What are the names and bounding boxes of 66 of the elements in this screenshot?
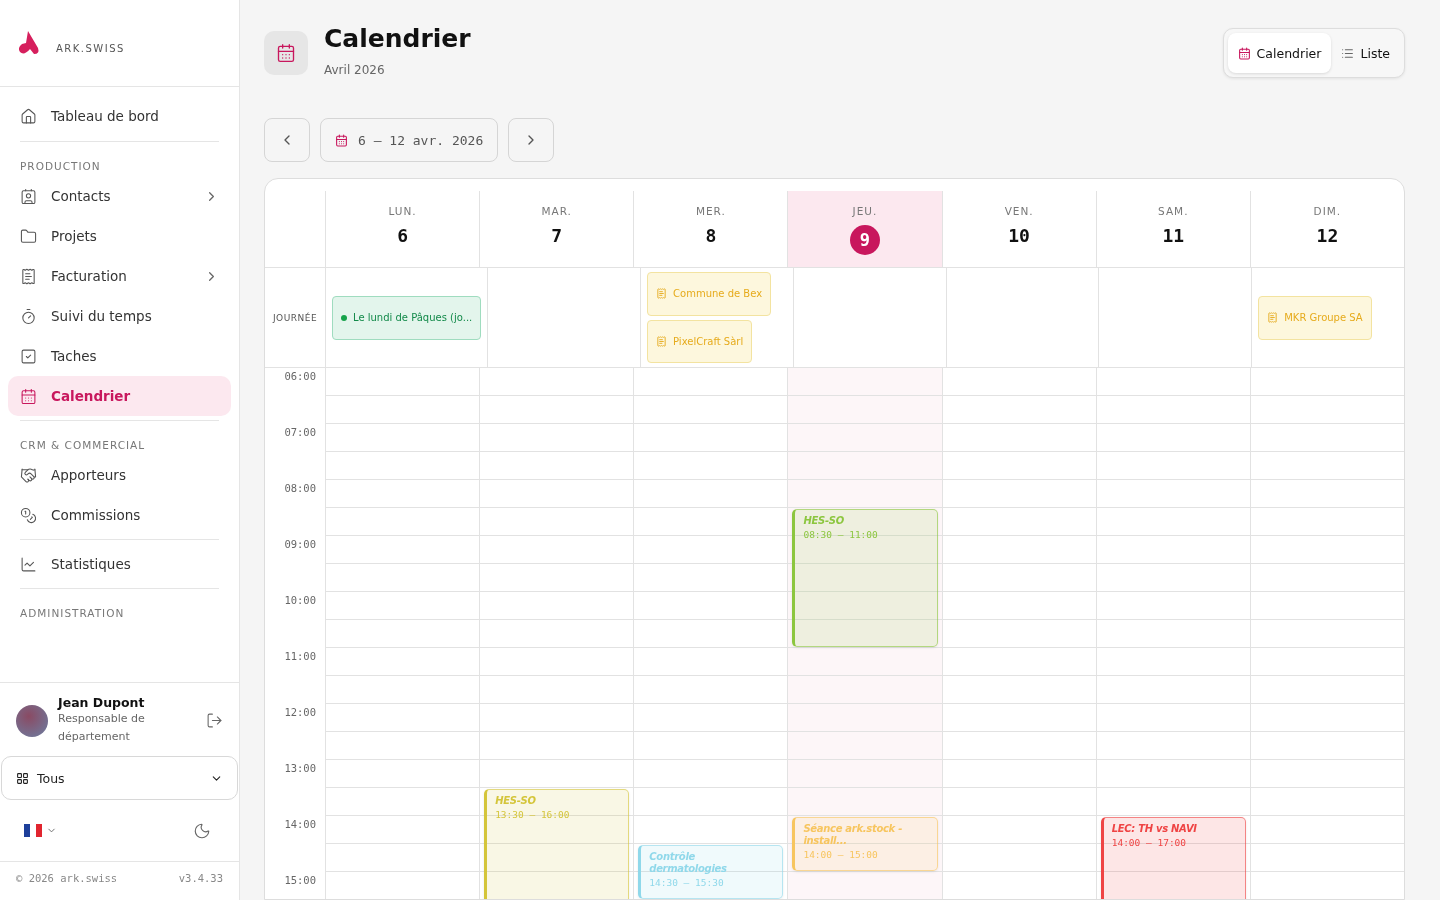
view-tab[interactable]: Calendrier xyxy=(1227,33,1332,73)
section-heading: CRM & COMMERCIAL xyxy=(19,438,147,453)
hour-label: 14:00 xyxy=(283,817,317,832)
nav-item[interactable]: Contacts xyxy=(8,176,231,216)
calendar-icon xyxy=(20,387,37,405)
page-title: Calendrier xyxy=(324,24,471,53)
hour-label: 07:00 xyxy=(283,425,317,440)
day-header: LUN. 6 xyxy=(325,191,480,267)
all-day-label: JOURNÉE xyxy=(272,312,318,323)
version: v3.4.33 xyxy=(178,872,223,886)
page-subtitle: Avril 2026 xyxy=(324,63,386,77)
user-name: Jean Dupont xyxy=(58,695,146,710)
hour-label: 06:00 xyxy=(283,369,317,384)
coins-icon xyxy=(20,506,37,524)
section-heading: PRODUCTION xyxy=(19,159,102,174)
nav-item[interactable]: Apporteurs xyxy=(8,455,231,495)
calendar-icon xyxy=(335,133,348,147)
calendar-icon xyxy=(264,31,308,75)
nav-item[interactable]: Facturation xyxy=(8,256,231,296)
receipt-icon xyxy=(656,335,668,347)
list-icon xyxy=(1341,46,1355,60)
hour-label: 15:00 xyxy=(283,873,317,888)
view-tab[interactable]: Liste xyxy=(1331,33,1400,73)
all-day-event[interactable]: Le lundi de Pâques (jo... xyxy=(332,295,482,340)
day-header: DIM. 12 xyxy=(1249,191,1404,267)
timer-icon xyxy=(20,307,37,325)
nav-item[interactable]: Suivi du temps xyxy=(8,296,231,336)
house-icon xyxy=(20,107,37,125)
section-heading: ADMINISTRATION xyxy=(19,606,126,621)
handshake-icon xyxy=(20,466,37,484)
hour-label: 12:00 xyxy=(283,705,317,720)
hour-label: 13:00 xyxy=(283,761,317,776)
grid-icon xyxy=(16,771,29,785)
logo-text: ARK.SWISS xyxy=(56,42,125,54)
day-header: SAM. 11 xyxy=(1095,191,1250,267)
hour-label: 08:00 xyxy=(283,481,317,496)
logout-icon[interactable] xyxy=(206,712,223,729)
receipt-icon xyxy=(20,267,37,285)
workspace-select[interactable]: Tous xyxy=(1,756,238,800)
copyright: © 2026 ark.swiss xyxy=(16,872,118,886)
checkbox-icon xyxy=(20,347,37,365)
user-role: Responsable de département xyxy=(58,711,146,745)
calendar-icon xyxy=(1237,46,1251,60)
hour-label: 09:00 xyxy=(283,537,317,552)
hour-label: 10:00 xyxy=(283,593,317,608)
moon-icon[interactable] xyxy=(193,821,211,840)
contact-card-icon xyxy=(20,187,37,205)
nav-item[interactable]: Calendrier xyxy=(8,376,231,416)
date-range-button[interactable]: 6 – 12 avr. 2026 xyxy=(320,118,499,162)
day-header: VEN. 10 xyxy=(941,191,1096,267)
nav-item[interactable]: Tableau de bord xyxy=(8,96,231,136)
nav-item[interactable]: Commissions xyxy=(8,495,231,535)
line-chart-icon xyxy=(20,555,37,573)
language-select[interactable] xyxy=(24,824,57,837)
nav-item[interactable]: Statistiques xyxy=(8,544,231,584)
day-header: JEU. 9 xyxy=(787,191,942,267)
folder-icon xyxy=(20,227,37,245)
hour-label: 11:00 xyxy=(283,649,317,664)
nav-item[interactable]: Taches xyxy=(8,336,231,376)
receipt-icon xyxy=(656,288,668,300)
status-dot xyxy=(341,314,347,321)
receipt-icon xyxy=(1267,312,1279,323)
day-header: MAR. 7 xyxy=(479,191,634,267)
nav-item[interactable]: Projets xyxy=(8,216,231,256)
flag-icon xyxy=(24,824,42,837)
avatar xyxy=(16,704,48,737)
